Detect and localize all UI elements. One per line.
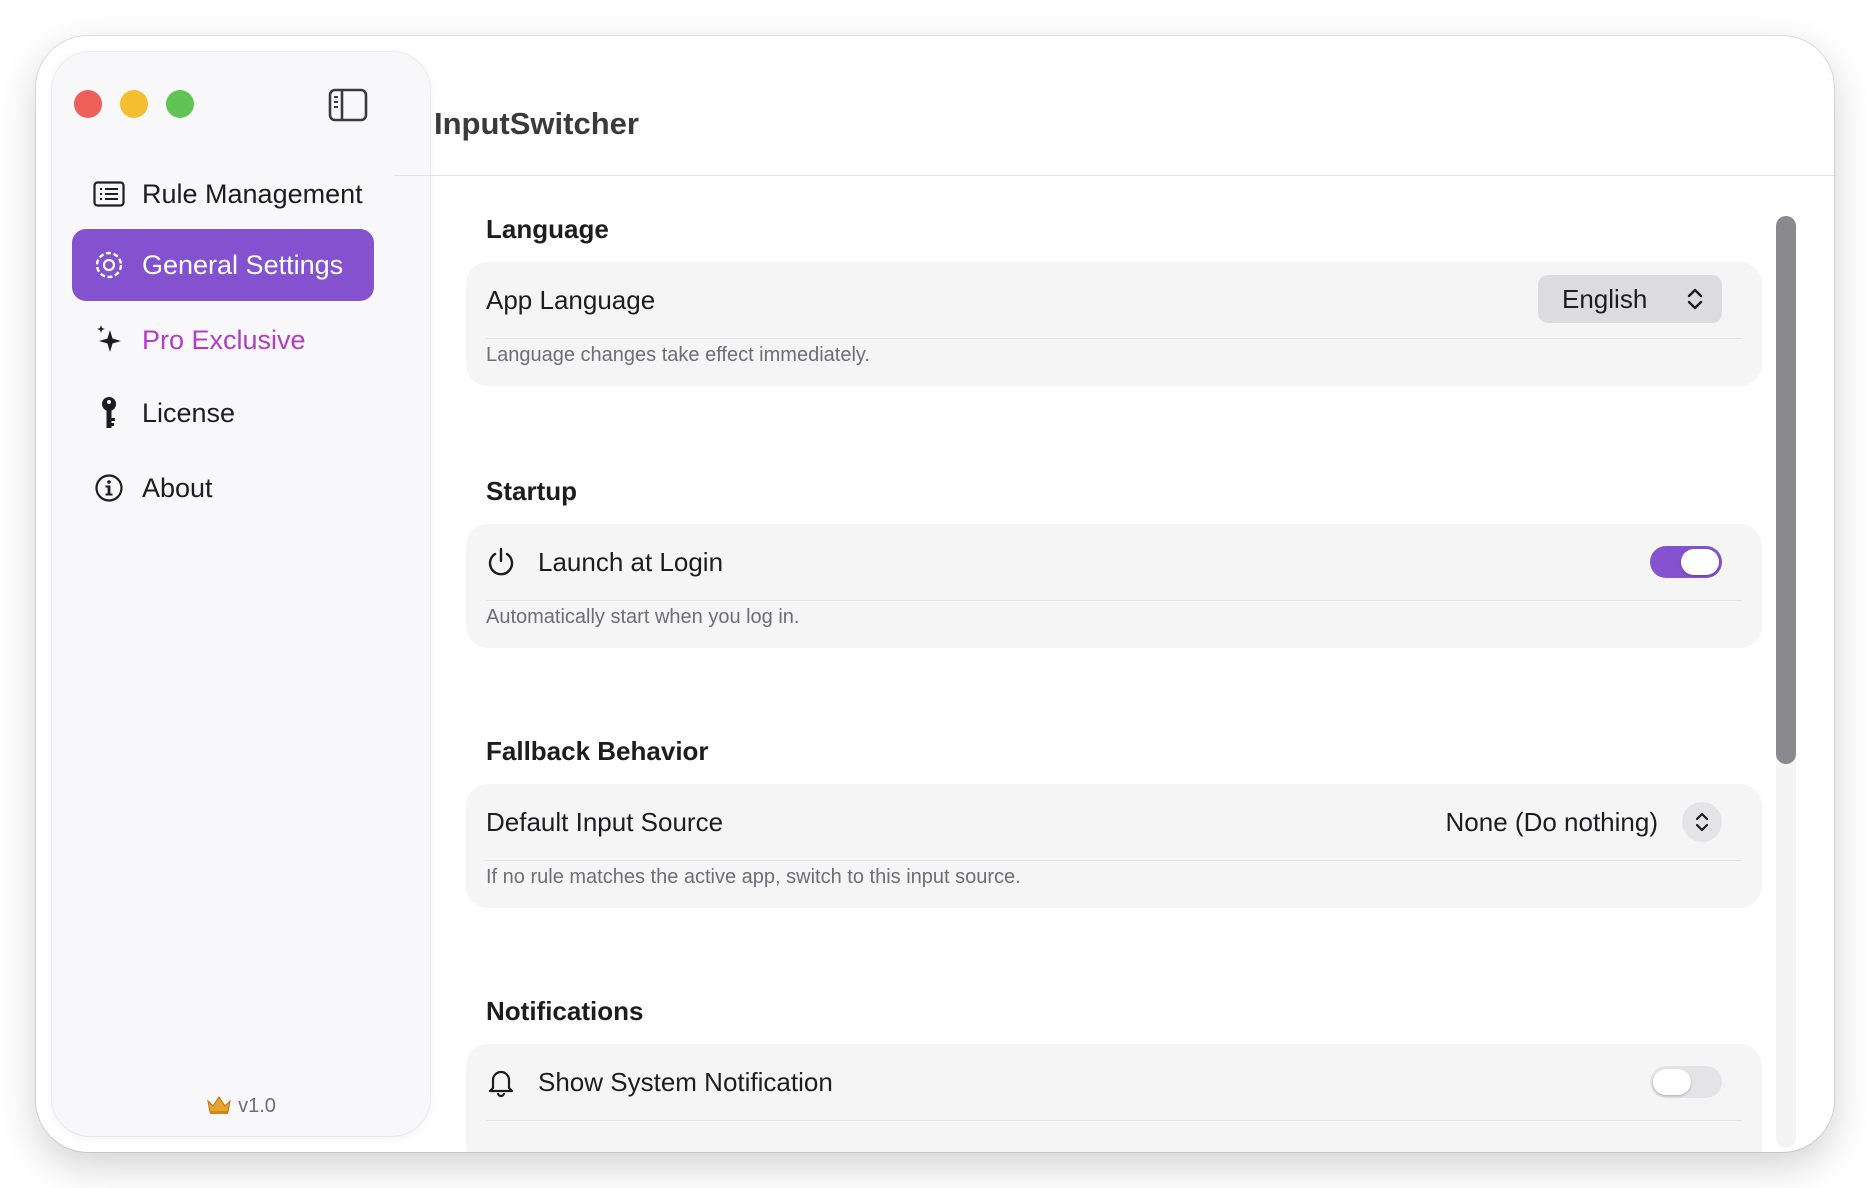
sidebar-item-label: Rule Management [142, 178, 363, 209]
version-label: v1.0 [238, 1095, 276, 1117]
info-icon [92, 471, 126, 505]
section-title-notifications: Notifications [486, 996, 644, 1026]
row-label: Show System Notification [538, 1066, 833, 1097]
row-label: Default Input Source [486, 806, 724, 837]
gear-icon [92, 248, 126, 282]
section-title-fallback: Fallback Behavior [486, 736, 709, 766]
sparkles-icon [92, 323, 126, 357]
section-title-startup: Startup [486, 476, 577, 506]
default-input-source-select[interactable]: None (Do nothing) [1446, 798, 1722, 846]
app-version: v1.0 [52, 1095, 430, 1118]
card-fallback: Default Input Source None (Do nothing) I… [466, 784, 1762, 908]
toggle-knob [1681, 549, 1719, 575]
section-title-language: Language [486, 214, 609, 244]
page-title: InputSwitcher [434, 106, 639, 141]
sidebar-item-pro-exclusive[interactable]: Pro Exclusive [72, 304, 374, 376]
app-language-value: English [1562, 283, 1648, 314]
scrollbar[interactable] [1776, 216, 1796, 1148]
show-system-notification-row: Show System Notification [486, 1044, 1742, 1121]
default-input-source-row: Default Input Source None (Do nothing) [486, 784, 1742, 861]
card-startup: Launch at Login Automatically start when… [466, 524, 1762, 648]
bell-icon [486, 1067, 516, 1097]
language-note: Language changes take effect immediately… [486, 344, 870, 366]
app-language-row: App Language English [486, 262, 1742, 339]
sidebar-item-license[interactable]: License [72, 377, 374, 449]
sidebar: Rule Management General Settings Pro Exc… [52, 52, 430, 1136]
row-label: App Language [486, 284, 656, 315]
crown-icon [207, 1096, 231, 1114]
sidebar-item-about[interactable]: About [72, 452, 374, 524]
minimize-window-button[interactable] [120, 90, 148, 118]
maximize-window-button[interactable] [166, 90, 194, 118]
sidebar-item-general-settings[interactable]: General Settings [72, 229, 374, 301]
app-window: Rule Management General Settings Pro Exc… [36, 36, 1834, 1152]
card-notifications: Show System Notification [466, 1044, 1762, 1152]
chevron-up-down-icon [1682, 802, 1722, 842]
sidebar-item-label: About [142, 472, 213, 503]
key-icon [92, 396, 126, 430]
chevron-up-down-icon [1687, 288, 1703, 310]
card-language: App Language English Language changes ta… [466, 262, 1762, 386]
sidebar-item-rule-management[interactable]: Rule Management [72, 158, 374, 230]
sidebar-item-label: Pro Exclusive [142, 324, 306, 355]
default-input-source-value: None (Do nothing) [1445, 806, 1658, 837]
startup-note: Automatically start when you log in. [486, 606, 800, 628]
toggle-knob [1653, 1069, 1691, 1095]
close-window-button[interactable] [74, 90, 102, 118]
list-icon [92, 177, 126, 211]
scrollbar-thumb[interactable] [1776, 216, 1796, 764]
power-icon [486, 547, 516, 577]
app-language-select[interactable]: English [1538, 275, 1722, 323]
fallback-note: If no rule matches the active app, switc… [486, 866, 1021, 888]
sidebar-item-label: General Settings [142, 249, 344, 280]
row-label: Launch at Login [538, 546, 724, 577]
launch-at-login-toggle[interactable] [1650, 546, 1722, 578]
launch-at-login-row: Launch at Login [486, 524, 1742, 601]
show-system-notification-toggle[interactable] [1650, 1066, 1722, 1098]
settings-content: Language App Language English Language c… [394, 176, 1834, 1152]
sidebar-item-label: License [142, 397, 236, 428]
sidebar-toggle-icon[interactable] [328, 88, 368, 122]
